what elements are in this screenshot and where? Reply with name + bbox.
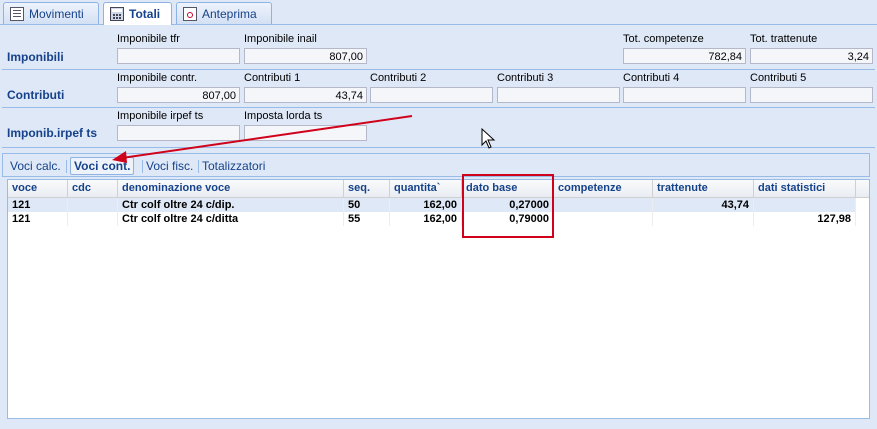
col-voce[interactable]: voce xyxy=(8,180,68,197)
table-row[interactable]: 121 Ctr colf oltre 24 c/ditta 55 162,00 … xyxy=(8,212,856,226)
preview-icon xyxy=(183,6,197,21)
contributi-3-label: Contributi 3 xyxy=(497,72,554,84)
imponibile-inail-field[interactable]: 807,00 xyxy=(244,48,367,64)
contributi-row-label: Contributi xyxy=(7,88,65,102)
contributi-5-field[interactable] xyxy=(750,87,873,103)
cell-cdc xyxy=(68,198,118,212)
imponibile-tfr-label: Imponibile tfr xyxy=(117,33,180,45)
cell-seq: 50 xyxy=(344,198,390,212)
main-tab-bar: Movimenti Totali Anteprima xyxy=(0,0,877,25)
cell-dato-base: 0,79000 xyxy=(462,212,554,226)
tab-movimenti-label: Movimenti xyxy=(29,6,84,21)
row-divider xyxy=(2,107,875,108)
col-denominazione[interactable]: denominazione voce xyxy=(118,180,344,197)
cell-trattenute: 43,74 xyxy=(653,198,754,212)
row-divider xyxy=(2,147,875,148)
contributi-5-label: Contributi 5 xyxy=(750,72,807,84)
contributi-1-field[interactable]: 43,74 xyxy=(244,87,367,103)
tot-competenze-field[interactable]: 782,84 xyxy=(623,48,746,64)
cell-seq: 55 xyxy=(344,212,390,226)
imponibile-irpef-ts-label: Imponibile irpef ts xyxy=(117,110,204,122)
imponibile-irpef-ts-field[interactable] xyxy=(117,125,240,141)
cell-dati-statistici: 127,98 xyxy=(754,212,856,226)
cell-quantita: 162,00 xyxy=(390,212,462,226)
tab-totali[interactable]: Totali xyxy=(103,2,172,25)
col-cdc[interactable]: cdc xyxy=(68,180,118,197)
imponibile-inail-label: Imponibile inail xyxy=(244,33,317,45)
voci-tab-bar: Voci calc. Voci cont. Voci fisc. Totaliz… xyxy=(2,153,870,177)
tot-trattenute-field[interactable]: 3,24 xyxy=(750,48,873,64)
imposta-lorda-ts-field[interactable] xyxy=(244,125,367,141)
cell-dati-statistici xyxy=(754,198,856,212)
cell-voce: 121 xyxy=(8,212,68,226)
tab-separator xyxy=(142,160,143,173)
cell-trattenute xyxy=(653,212,754,226)
tab-separator xyxy=(66,160,67,173)
cell-competenze xyxy=(554,212,653,226)
tab-movimenti[interactable]: Movimenti xyxy=(3,2,99,24)
col-quantita[interactable]: quantita` xyxy=(390,180,462,197)
imponibile-contr-field[interactable]: 807,00 xyxy=(117,87,240,103)
cell-denominazione: Ctr colf oltre 24 c/dip. xyxy=(118,198,344,212)
voci-grid: voce cdc denominazione voce seq. quantit… xyxy=(7,179,870,419)
contributi-2-label: Contributi 2 xyxy=(370,72,427,84)
tot-competenze-label: Tot. competenze xyxy=(623,33,704,45)
contributi-3-field[interactable] xyxy=(497,87,620,103)
imposta-lorda-ts-label: Imposta lorda ts xyxy=(244,110,323,122)
grid-header: voce cdc denominazione voce seq. quantit… xyxy=(8,180,869,198)
cell-dato-base: 0,27000 xyxy=(462,198,554,212)
calculator-icon xyxy=(110,7,124,21)
tab-anteprima-label: Anteprima xyxy=(202,6,257,21)
cell-cdc xyxy=(68,212,118,226)
table-row[interactable]: 121 Ctr colf oltre 24 c/dip. 50 162,00 0… xyxy=(8,198,856,212)
tab-totalizzatori[interactable]: Totalizzatori xyxy=(202,158,265,174)
tot-trattenute-label: Tot. trattenute xyxy=(750,33,818,45)
tab-anteprima[interactable]: Anteprima xyxy=(176,2,272,24)
tab-voci-fisc[interactable]: Voci fisc. xyxy=(146,158,193,174)
col-dato-base[interactable]: dato base xyxy=(462,180,554,197)
contributi-4-label: Contributi 4 xyxy=(623,72,680,84)
list-icon xyxy=(10,6,24,21)
col-dati-statistici[interactable]: dati statistici xyxy=(754,180,856,197)
irpef-row-label: Imponib.irpef ts xyxy=(7,126,97,140)
tab-voci-calc[interactable]: Voci calc. xyxy=(10,158,61,174)
col-seq[interactable]: seq. xyxy=(344,180,390,197)
contributi-2-field[interactable] xyxy=(370,87,493,103)
imponibili-row-label: Imponibili xyxy=(7,50,64,64)
totals-form: Imponibili Imponibile tfr Imponibile ina… xyxy=(0,25,877,148)
tab-separator xyxy=(198,160,199,173)
contributi-1-label: Contributi 1 xyxy=(244,72,301,84)
tab-voci-cont[interactable]: Voci cont. xyxy=(70,157,135,175)
tab-totali-label: Totali xyxy=(129,7,161,21)
contributi-4-field[interactable] xyxy=(623,87,746,103)
col-trattenute[interactable]: trattenute xyxy=(653,180,754,197)
cell-competenze xyxy=(554,198,653,212)
imponibile-contr-label: Imponibile contr. xyxy=(117,72,198,84)
cell-voce: 121 xyxy=(8,198,68,212)
row-divider xyxy=(2,69,875,70)
cell-denominazione: Ctr colf oltre 24 c/ditta xyxy=(118,212,344,226)
cell-quantita: 162,00 xyxy=(390,198,462,212)
col-competenze[interactable]: competenze xyxy=(554,180,653,197)
imponibile-tfr-field[interactable] xyxy=(117,48,240,64)
